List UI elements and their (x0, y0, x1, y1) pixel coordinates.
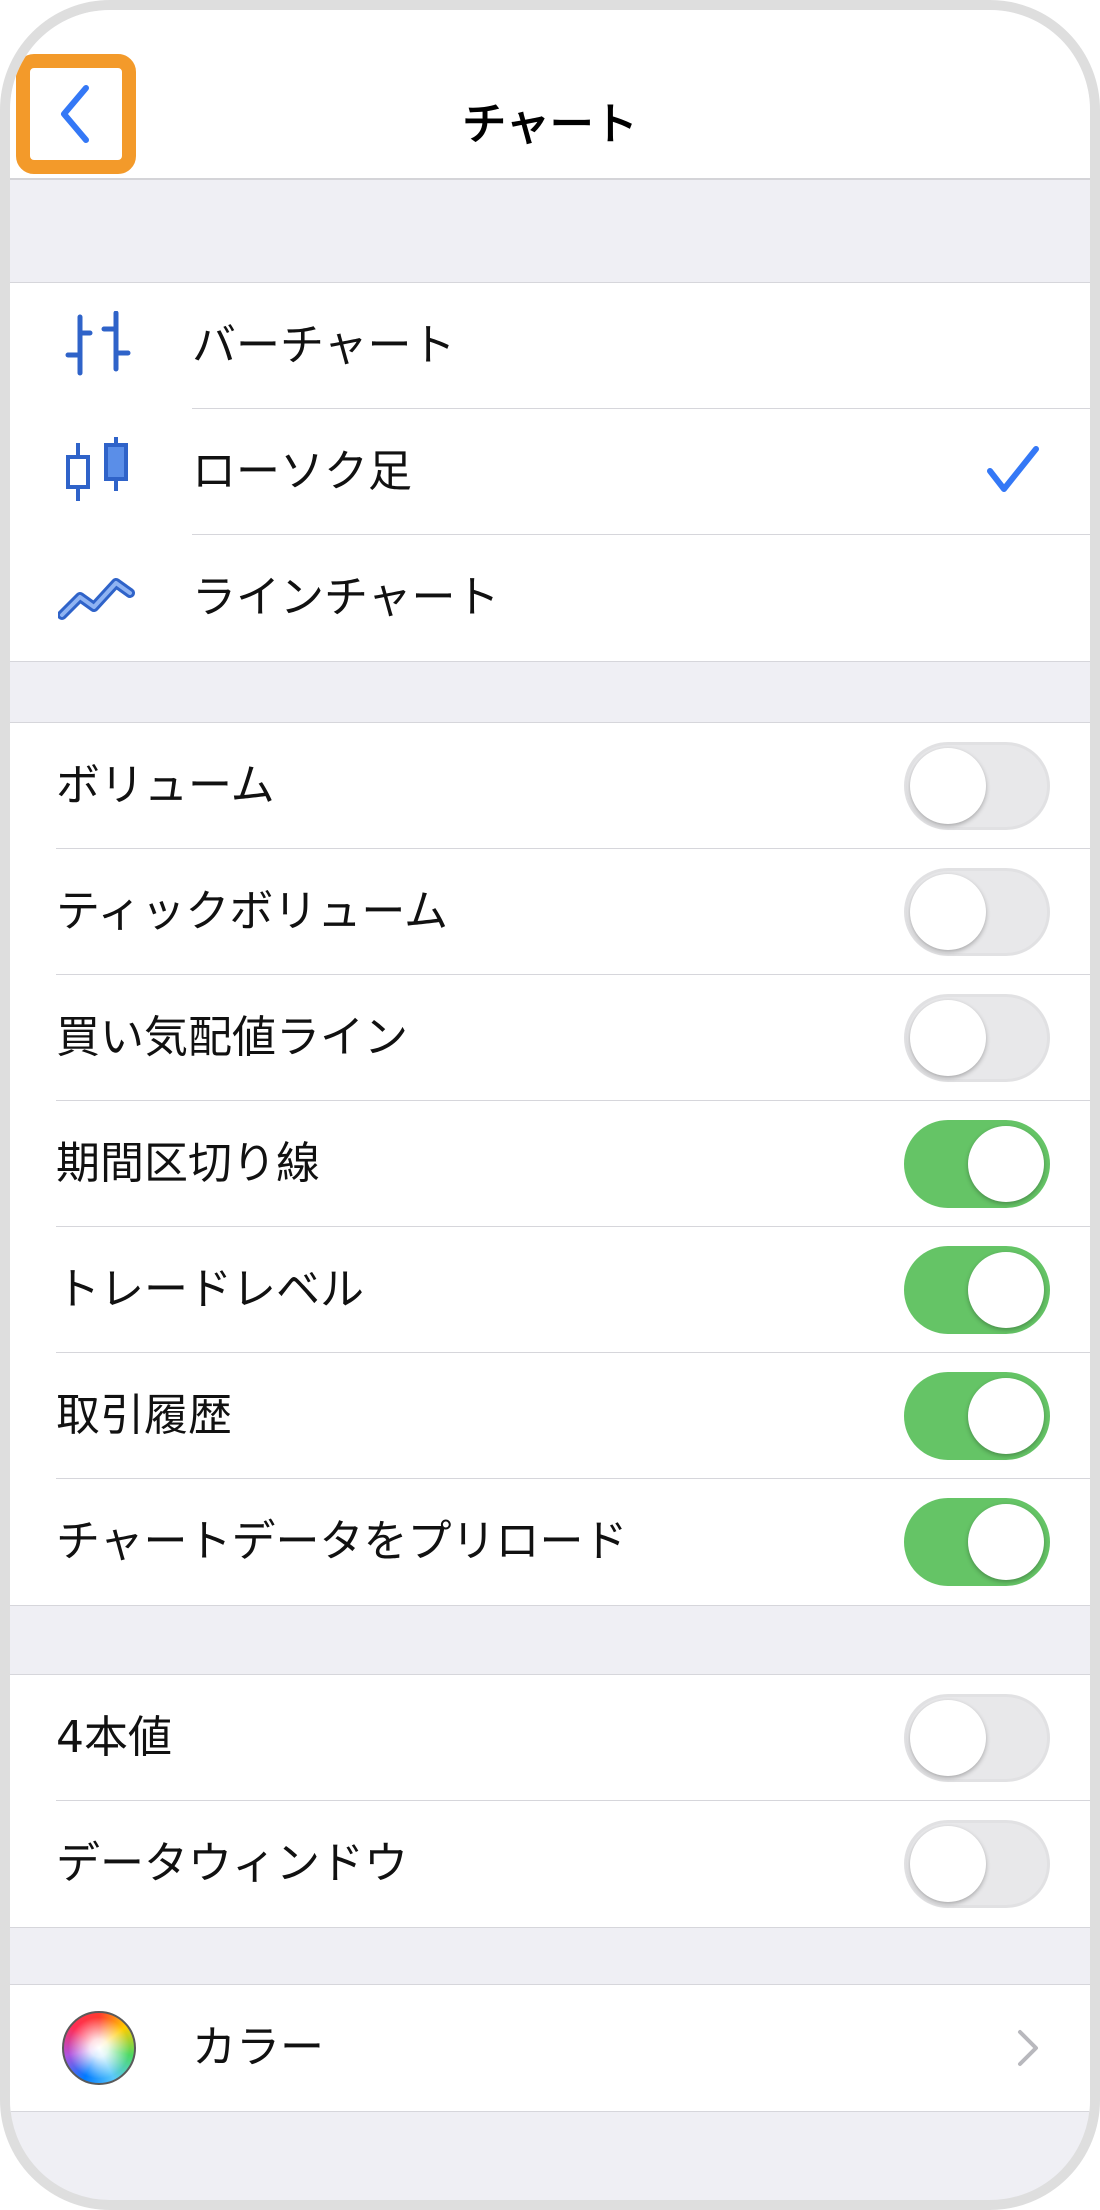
toggle-knob (910, 1700, 986, 1776)
toggle-knob (968, 1252, 1044, 1328)
setting-row: 期間区切り線 (10, 1101, 1090, 1227)
chart-type-candlestick[interactable]: ローソク足 (10, 409, 1090, 535)
chart-type-label: バーチャート (192, 320, 456, 371)
toggle-knob (968, 1378, 1044, 1454)
setting-label: チャートデータをプリロード (56, 1516, 628, 1567)
back-button[interactable] (16, 54, 136, 174)
extra-settings-group: 4本値 データウィンドウ (10, 1674, 1090, 1928)
period-separator-toggle[interactable] (904, 1120, 1050, 1208)
setting-row: 4本値 (10, 1675, 1090, 1801)
toggle-knob (968, 1504, 1044, 1580)
setting-row: ティックボリューム (10, 849, 1090, 975)
setting-row: トレードレベル (10, 1227, 1090, 1353)
setting-label: ティックボリューム (56, 886, 449, 937)
setting-label: ボリューム (56, 760, 275, 811)
colors-group: カラー (10, 1984, 1090, 2112)
chevron-right-icon (1018, 2030, 1038, 2066)
chart-type-label: ローソク足 (192, 446, 412, 497)
chevron-left-icon (61, 85, 89, 143)
preload-data-toggle[interactable] (904, 1498, 1050, 1586)
colors-label: カラー (192, 2022, 324, 2073)
trade-levels-toggle[interactable] (904, 1246, 1050, 1334)
setting-row: チャートデータをプリロード (10, 1479, 1090, 1605)
setting-label: 買い気配値ライン (56, 1012, 408, 1063)
toggle-knob (910, 1826, 986, 1902)
setting-row: データウィンドウ (10, 1801, 1090, 1927)
chart-type-bar[interactable]: バーチャート (10, 283, 1090, 409)
chart-type-line[interactable]: ラインチャート (10, 535, 1090, 661)
chart-type-label: ラインチャート (192, 572, 500, 623)
ohlc-toggle[interactable] (904, 1694, 1050, 1782)
colors-row[interactable]: カラー (10, 1985, 1090, 2111)
page-title: チャート (462, 99, 638, 150)
toggle-knob (910, 748, 986, 824)
checkmark-icon (987, 446, 1039, 492)
setting-row: ボリューム (10, 723, 1090, 849)
setting-label: 4本値 (56, 1712, 172, 1763)
toggle-knob (910, 874, 986, 950)
setting-row: 取引履歴 (10, 1353, 1090, 1479)
tick-volume-toggle[interactable] (904, 868, 1050, 956)
phone-frame: チャート バーチャート ローソク足 ラインチャート ボリューム ティックボリュー… (0, 0, 1100, 2210)
volume-toggle[interactable] (904, 742, 1050, 830)
candlestick-icon (66, 437, 128, 501)
setting-row: 買い気配値ライン (10, 975, 1090, 1101)
nav-bar: チャート (10, 10, 1090, 180)
setting-label: トレードレベル (56, 1264, 364, 1315)
setting-label: データウィンドウ (56, 1838, 408, 1889)
line-chart-icon (58, 578, 135, 620)
bar-chart-icon (65, 311, 131, 376)
data-window-toggle[interactable] (904, 1820, 1050, 1908)
setting-label: 取引履歴 (56, 1390, 232, 1441)
setting-label: 期間区切り線 (56, 1138, 320, 1189)
toggle-knob (910, 1000, 986, 1076)
chart-type-group: バーチャート ローソク足 ラインチャート (10, 282, 1090, 662)
color-wheel-icon (62, 2011, 136, 2085)
display-settings-group: ボリューム ティックボリューム 買い気配値ライン 期間区切り線 トレードレベル … (10, 722, 1090, 1606)
toggle-knob (968, 1126, 1044, 1202)
trade-history-toggle[interactable] (904, 1372, 1050, 1460)
ask-line-toggle[interactable] (904, 994, 1050, 1082)
